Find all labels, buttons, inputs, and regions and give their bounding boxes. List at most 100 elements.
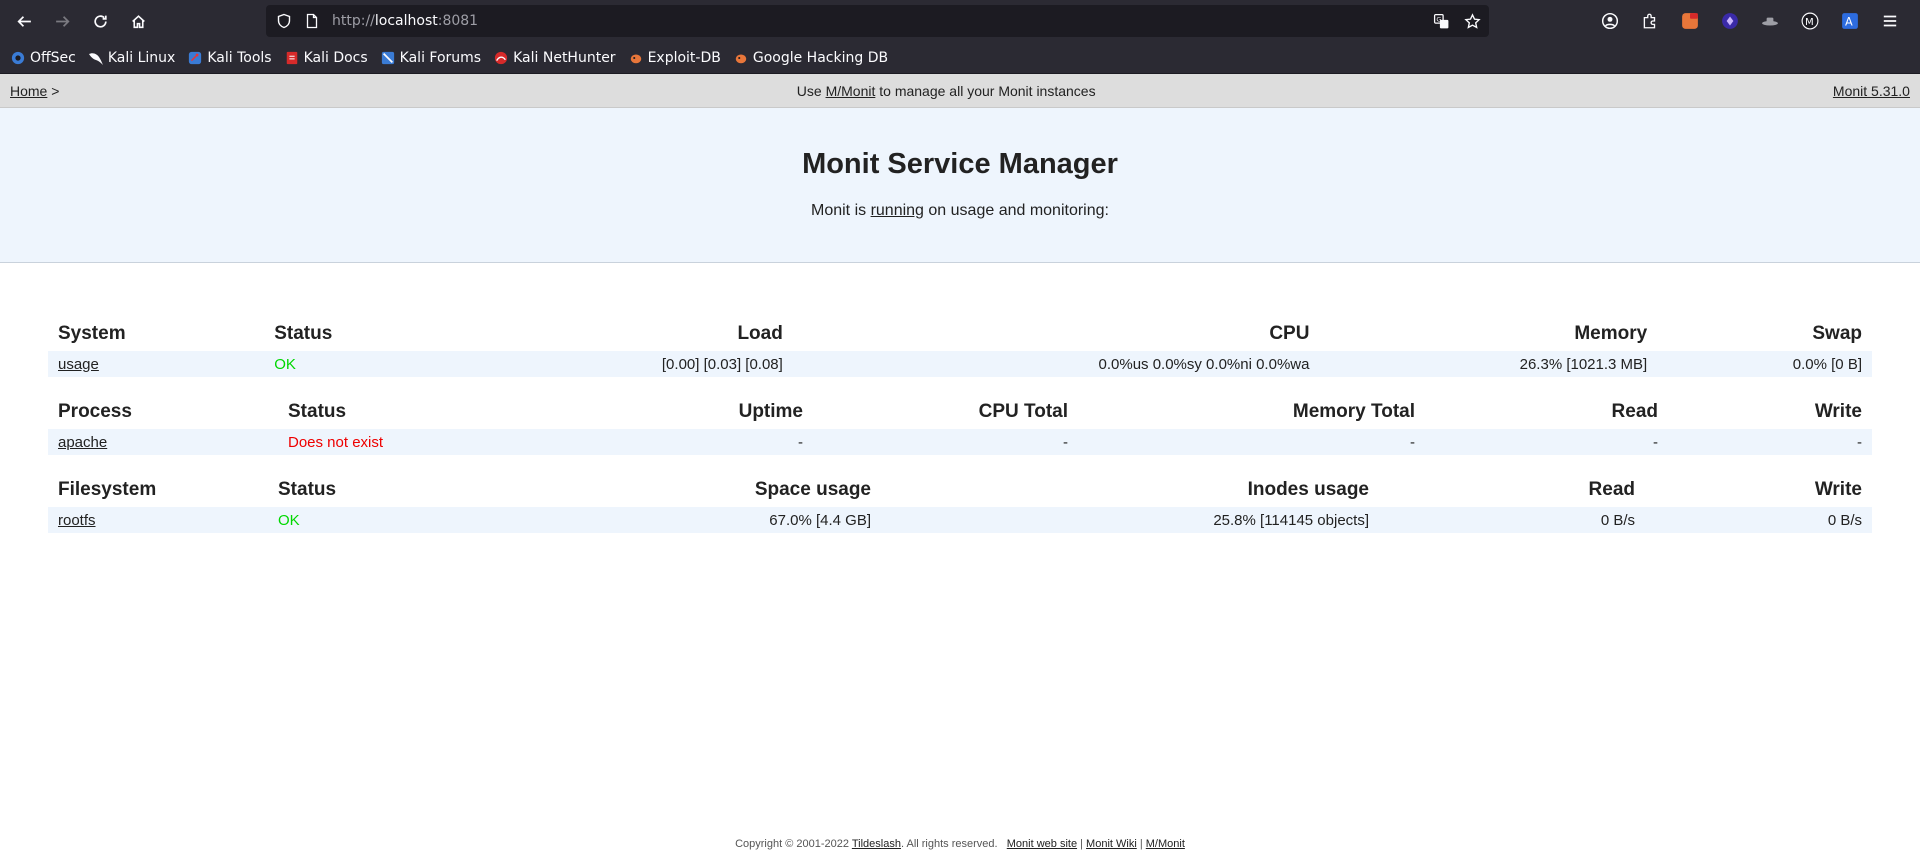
- load-header: Load: [737, 323, 783, 344]
- extensions-puzzle-icon[interactable]: [1630, 12, 1670, 30]
- process-apache-link[interactable]: apache: [58, 434, 107, 451]
- mmonit-promo: Use M/Monit to manage all your Monit ins…: [796, 82, 1096, 99]
- svg-text:G: G: [1436, 15, 1441, 23]
- bookmark-star-icon[interactable]: [1464, 12, 1481, 30]
- table-row: usage OK [0.00] [0.03] [0.08] 0.0%us 0.0…: [48, 351, 1872, 377]
- bookmark-google-hacking-db[interactable]: Google Hacking DB: [733, 50, 888, 66]
- address-bar[interactable]: http://localhost:8081 G: [266, 5, 1489, 37]
- cpu-value: 0.0%us 0.0%sy 0.0%ni 0.0%wa: [1098, 355, 1310, 373]
- filesystem-table: Filesystem Status Space usage Inodes usa…: [48, 473, 1872, 533]
- breadcrumb: Home >: [10, 82, 60, 99]
- bookmark-kali-linux[interactable]: Kali Linux: [88, 50, 175, 66]
- top-nav-bar: Home > Use M/Monit to manage all your Mo…: [0, 74, 1920, 108]
- read-value: -: [1653, 433, 1658, 451]
- exploit-db-icon: [628, 50, 644, 66]
- memory-header: Memory: [1574, 323, 1648, 344]
- tildeslash-link[interactable]: Tildeslash: [852, 838, 901, 850]
- system-header: System: [58, 323, 126, 344]
- mmonit-link[interactable]: M/Monit: [826, 83, 876, 99]
- process-header: Process: [58, 401, 132, 422]
- svg-text:A: A: [1845, 16, 1853, 29]
- app-menu-icon[interactable]: [1870, 12, 1910, 30]
- back-button[interactable]: [8, 5, 40, 37]
- back-arrow-icon: [16, 15, 31, 27]
- cpu-total-value: -: [1063, 433, 1068, 451]
- page-info-icon[interactable]: [304, 13, 320, 29]
- svg-text:M: M: [1805, 17, 1814, 28]
- inodes-usage-header: Inodes usage: [1247, 479, 1369, 500]
- filesystem-rootfs-link[interactable]: rootfs: [58, 512, 96, 529]
- monit-page: Home > Use M/Monit to manage all your Mo…: [0, 74, 1920, 865]
- kali-tools-icon: [187, 50, 203, 66]
- bookmarks-toolbar: OffSec Kali Linux Kali Tools Kali Docs K…: [0, 42, 1920, 74]
- write-header: Write: [1814, 479, 1862, 500]
- page-footer: Copyright © 2001-2022 Tildeslash. All ri…: [735, 838, 1185, 850]
- read-value: 0 B/s: [1600, 511, 1635, 529]
- process-table: Process Status Uptime CPU Total Memory T…: [48, 395, 1872, 455]
- swap-value: 0.0% [0 B]: [1792, 355, 1862, 373]
- reload-icon: [93, 14, 107, 28]
- ghdb-icon: [733, 50, 749, 66]
- write-value: -: [1857, 433, 1862, 451]
- bookmark-kali-tools[interactable]: Kali Tools: [187, 50, 272, 66]
- home-link[interactable]: Home: [10, 83, 47, 99]
- kali-forums-icon: [380, 50, 396, 66]
- fox-extension-icon[interactable]: [1670, 12, 1710, 30]
- forward-button[interactable]: [46, 5, 78, 37]
- bookmark-kali-forums[interactable]: Kali Forums: [380, 50, 481, 66]
- table-row: apache Does not exist - - - - -: [48, 429, 1872, 455]
- status-header: Status: [274, 323, 333, 344]
- url-text[interactable]: http://localhost:8081: [332, 13, 478, 29]
- memory-total-header: Memory Total: [1292, 401, 1415, 422]
- monit-status-text: Monit is running on usage and monitoring…: [811, 202, 1109, 219]
- read-header: Read: [1588, 479, 1635, 500]
- m-extension-icon[interactable]: M: [1790, 12, 1830, 30]
- page-header: Monit Service Manager Monit is running o…: [0, 108, 1920, 263]
- reload-button[interactable]: [84, 5, 116, 37]
- cpu-header: CPU: [1269, 323, 1310, 344]
- swap-header: Swap: [1812, 323, 1862, 344]
- cpu-total-header: CPU Total: [978, 401, 1068, 422]
- table-row: rootfs OK 67.0% [4.4 GB] 25.8% [114145 o…: [48, 507, 1872, 533]
- version-link[interactable]: Monit 5.31.0: [1833, 83, 1910, 99]
- status-badge: OK: [278, 511, 300, 529]
- running-link[interactable]: running: [871, 202, 924, 219]
- account-icon[interactable]: [1590, 12, 1630, 30]
- read-header: Read: [1611, 401, 1658, 422]
- home-icon: [131, 14, 145, 28]
- tracking-shield-icon[interactable]: [276, 13, 292, 29]
- load-value: [0.00] [0.03] [0.08]: [661, 355, 783, 373]
- memory-value: 26.3% [1021.3 MB]: [1519, 355, 1648, 373]
- extensions-area: M A: [1590, 5, 1910, 37]
- translate-extension-icon[interactable]: A: [1830, 12, 1870, 30]
- bookmark-offsec[interactable]: OffSec: [10, 50, 76, 66]
- system-usage-link[interactable]: usage: [58, 356, 99, 373]
- monit-wiki-link[interactable]: Monit Wiki: [1086, 838, 1137, 850]
- write-value: 0 B/s: [1827, 511, 1862, 529]
- purple-extension-icon[interactable]: [1710, 12, 1750, 30]
- space-usage-header: Space usage: [754, 479, 871, 500]
- status-content: System Status Load CPU Memory Swap usage…: [0, 263, 1920, 533]
- translate-icon[interactable]: G: [1433, 13, 1450, 30]
- monit-website-link[interactable]: Monit web site: [1007, 838, 1077, 850]
- forward-arrow-icon: [55, 15, 70, 27]
- hat-extension-icon[interactable]: [1750, 12, 1790, 30]
- bookmark-exploit-db[interactable]: Exploit-DB: [628, 50, 721, 66]
- footer-mmonit-link[interactable]: M/Monit: [1146, 838, 1185, 850]
- offsec-icon: [10, 50, 26, 66]
- space-usage-value: 67.0% [4.4 GB]: [769, 511, 871, 529]
- filesystem-header: Filesystem: [58, 479, 157, 500]
- page-title: Monit Service Manager: [802, 148, 1118, 180]
- kali-docs-icon: [284, 50, 300, 66]
- nethunter-icon: [493, 50, 509, 66]
- write-header: Write: [1814, 401, 1862, 422]
- home-button[interactable]: [122, 5, 154, 37]
- bookmark-kali-docs[interactable]: Kali Docs: [284, 50, 368, 66]
- memory-total-value: -: [1410, 433, 1415, 451]
- status-header: Status: [278, 479, 337, 500]
- status-badge: OK: [274, 355, 296, 373]
- status-badge: Does not exist: [288, 433, 384, 451]
- bookmark-kali-nethunter[interactable]: Kali NetHunter: [493, 50, 616, 66]
- system-table: System Status Load CPU Memory Swap usage…: [48, 317, 1872, 377]
- uptime-header: Uptime: [738, 401, 803, 422]
